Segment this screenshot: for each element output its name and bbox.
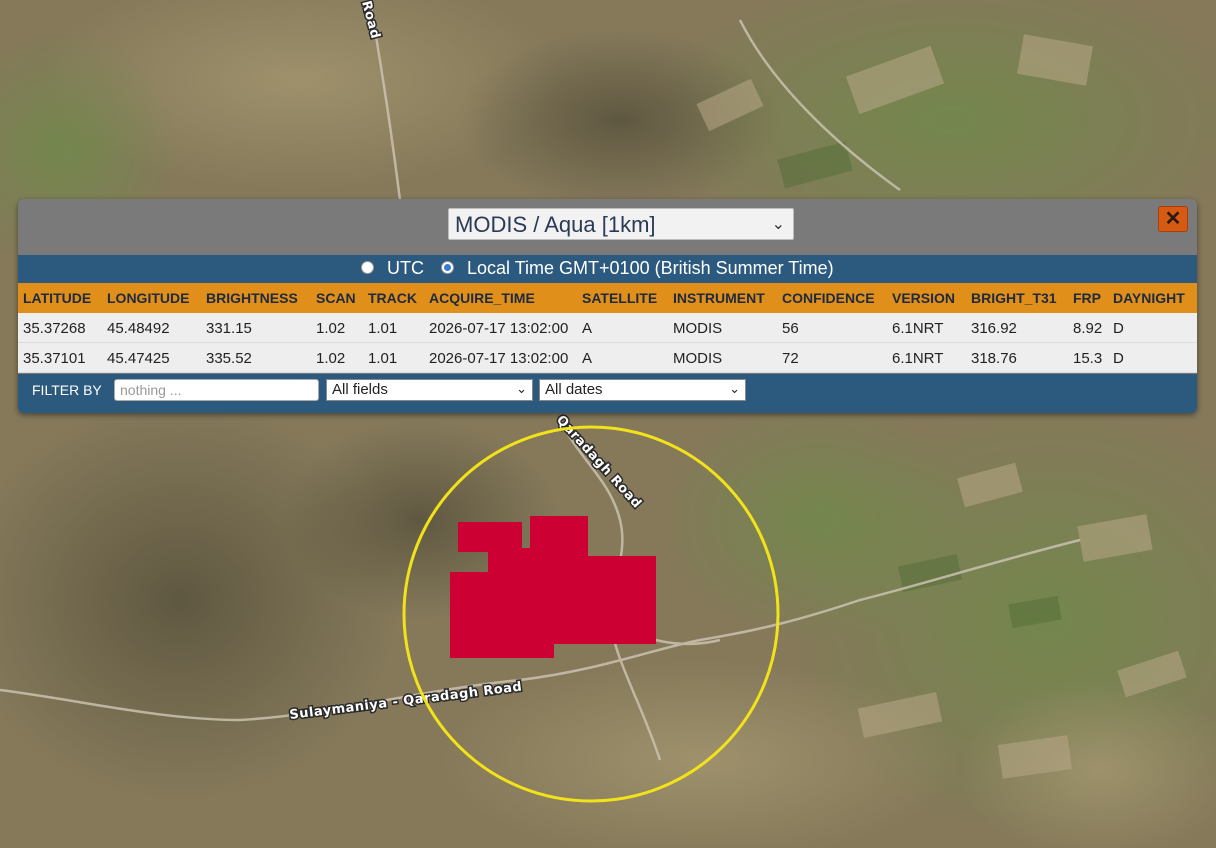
cell-longitude: 45.47425 bbox=[107, 350, 170, 367]
cell-bright-t31: 316.92 bbox=[971, 320, 1017, 337]
radio-local-time-label[interactable]: Local Time GMT+0100 (British Summer Time… bbox=[467, 258, 834, 279]
cell-scan: 1.02 bbox=[316, 320, 346, 337]
col-version[interactable]: VERSION bbox=[892, 290, 955, 306]
cell-version: 6.1NRT bbox=[892, 320, 944, 337]
filter-input-placeholder: nothing ... bbox=[120, 382, 182, 398]
cell-latitude: 35.37268 bbox=[23, 320, 86, 337]
col-bright-t31[interactable]: BRIGHT_T31 bbox=[971, 290, 1057, 306]
cell-track: 1.01 bbox=[368, 320, 398, 337]
fields-select-value: All fields bbox=[332, 381, 388, 398]
close-button[interactable]: ✕ bbox=[1158, 206, 1188, 232]
dates-select-value: All dates bbox=[545, 381, 603, 398]
chevron-down-icon: ⌄ bbox=[771, 216, 785, 233]
dates-select[interactable]: All dates ⌄ bbox=[539, 379, 746, 401]
cell-instrument: MODIS bbox=[673, 320, 723, 337]
table-row[interactable]: 35.37268 45.48492 331.15 1.02 1.01 2026-… bbox=[18, 313, 1197, 343]
fire-info-panel: MODIS / Aqua [1km] ⌄ ✕ UTC Local Time GM… bbox=[18, 199, 1197, 413]
filter-input[interactable]: nothing ... bbox=[114, 379, 319, 401]
cell-scan: 1.02 bbox=[316, 350, 346, 367]
cell-confidence: 56 bbox=[782, 320, 799, 337]
fields-select[interactable]: All fields ⌄ bbox=[326, 379, 533, 401]
col-brightness[interactable]: BRIGHTNESS bbox=[206, 290, 298, 306]
filter-label: FILTER BY bbox=[32, 382, 102, 398]
satellite-map[interactable]: Sulaymaniya - Qaradagh Road Qaradagh Roa… bbox=[0, 0, 1216, 848]
cell-satellite: A bbox=[582, 320, 593, 337]
source-select[interactable]: MODIS / Aqua [1km] ⌄ bbox=[448, 208, 794, 240]
col-track[interactable]: TRACK bbox=[368, 290, 417, 306]
col-frp[interactable]: FRP bbox=[1073, 290, 1101, 306]
col-latitude[interactable]: LATITUDE bbox=[23, 290, 91, 306]
cell-longitude: 45.48492 bbox=[107, 320, 170, 337]
cell-acquire-time: 2026-07-17 13:02:00 bbox=[429, 320, 569, 337]
close-icon: ✕ bbox=[1164, 208, 1182, 230]
cell-satellite: A bbox=[582, 350, 593, 367]
col-longitude[interactable]: LONGITUDE bbox=[107, 290, 189, 306]
cell-version: 6.1NRT bbox=[892, 350, 944, 367]
cell-confidence: 72 bbox=[782, 350, 799, 367]
col-confidence[interactable]: CONFIDENCE bbox=[782, 290, 875, 306]
chevron-down-icon: ⌄ bbox=[516, 381, 527, 396]
col-instrument[interactable]: INSTRUMENT bbox=[673, 290, 765, 306]
col-acquire-time[interactable]: ACQUIRE_TIME bbox=[429, 290, 535, 306]
cell-brightness: 335.52 bbox=[206, 350, 252, 367]
cell-acquire-time: 2026-07-17 13:02:00 bbox=[429, 350, 569, 367]
col-daynight[interactable]: DAYNIGHT bbox=[1113, 290, 1185, 306]
cell-daynight: D bbox=[1113, 350, 1124, 367]
cell-bright-t31: 318.76 bbox=[971, 350, 1017, 367]
cell-instrument: MODIS bbox=[673, 350, 723, 367]
chevron-down-icon: ⌄ bbox=[729, 381, 740, 396]
cell-track: 1.01 bbox=[368, 350, 398, 367]
source-select-value: MODIS / Aqua [1km] bbox=[455, 212, 656, 237]
table-row[interactable]: 35.37101 45.47425 335.52 1.02 1.01 2026-… bbox=[18, 343, 1197, 373]
radio-utc[interactable] bbox=[361, 261, 374, 274]
filter-row: FILTER BY nothing ... All fields ⌄ All d… bbox=[18, 374, 1197, 413]
col-satellite[interactable]: SATELLITE bbox=[582, 290, 657, 306]
cell-brightness: 331.15 bbox=[206, 320, 252, 337]
cell-daynight: D bbox=[1113, 320, 1124, 337]
col-scan[interactable]: SCAN bbox=[316, 290, 356, 306]
radio-utc-label[interactable]: UTC bbox=[387, 258, 424, 279]
cell-frp: 15.3 bbox=[1073, 350, 1103, 367]
table-header: LATITUDE LONGITUDE BRIGHTNESS SCAN TRACK… bbox=[18, 283, 1197, 313]
cell-latitude: 35.37101 bbox=[23, 350, 86, 367]
cell-frp: 8.92 bbox=[1073, 320, 1103, 337]
radio-local-time[interactable] bbox=[441, 261, 454, 274]
time-zone-row: UTC Local Time GMT+0100 (British Summer … bbox=[18, 255, 1197, 283]
